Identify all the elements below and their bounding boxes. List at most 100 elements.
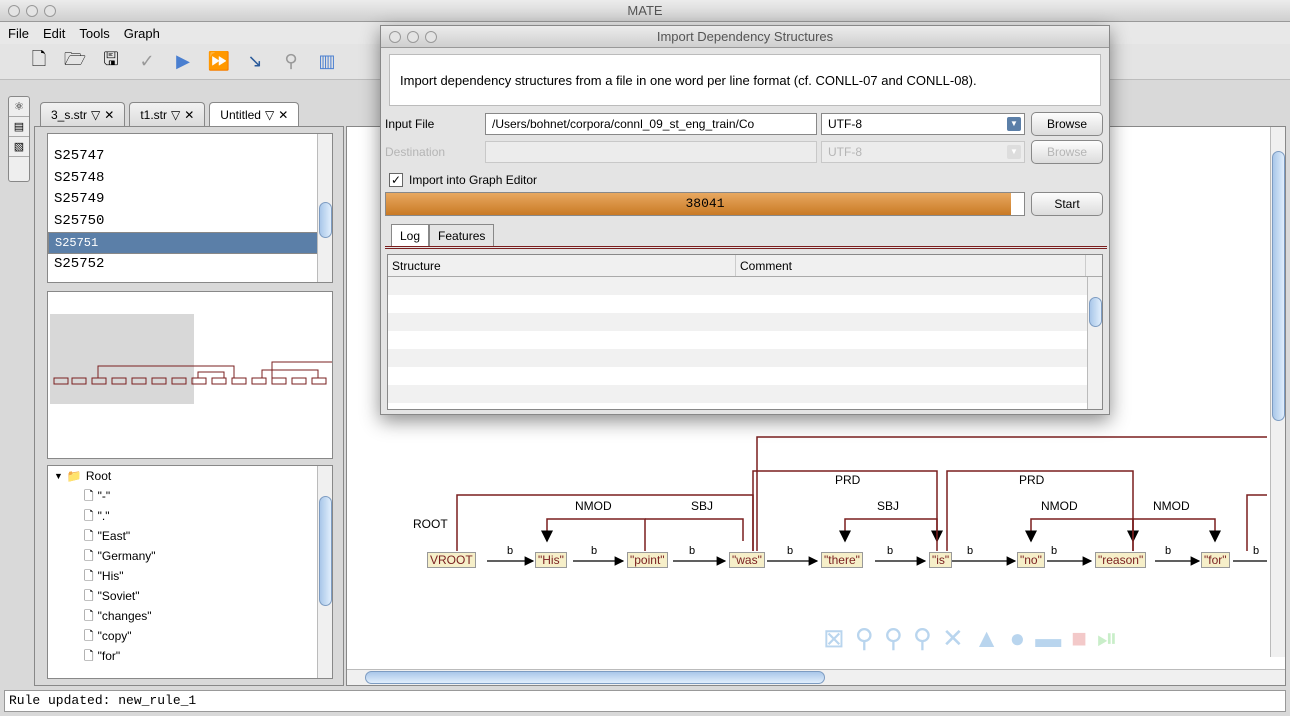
graph-node[interactable]: "no": [1017, 552, 1045, 568]
tree-leaf[interactable]: 🗋 "for": [48, 646, 332, 666]
list-scrollbar[interactable]: [317, 134, 332, 282]
graph-view-icon[interactable]: ⚛: [9, 97, 29, 117]
tree-leaf[interactable]: 🗋 "changes": [48, 606, 332, 626]
play-pause-icon[interactable]: ⏯: [1097, 623, 1118, 655]
scroll-thumb[interactable]: [365, 671, 825, 684]
expand-triangle-icon[interactable]: ▼: [54, 466, 63, 486]
image-icon[interactable]: ▧: [9, 137, 29, 157]
graph-node[interactable]: "His": [535, 552, 567, 568]
stop-icon[interactable]: ■: [1071, 623, 1087, 655]
graph-node[interactable]: VROOT: [427, 552, 476, 568]
table-body: [388, 277, 1102, 403]
graph-node[interactable]: "point": [627, 552, 668, 568]
dialog-window-controls[interactable]: [389, 31, 437, 43]
zoom-button[interactable]: [44, 5, 56, 17]
checkbox-icon[interactable]: ✓: [389, 173, 403, 187]
tree-leaf[interactable]: 🗋 "His": [48, 566, 332, 586]
input-file-field[interactable]: /Users/bohnet/corpora/connl_09_st_eng_tr…: [485, 113, 817, 135]
tree-leaf[interactable]: 🗋 "-": [48, 486, 332, 506]
add-node-icon[interactable]: ●: [1009, 623, 1025, 655]
tree-root[interactable]: ▼ 📁 Root: [48, 466, 332, 486]
graph-node[interactable]: "is": [929, 552, 953, 568]
column-structure[interactable]: Structure: [388, 255, 736, 276]
zoom-button[interactable]: [425, 31, 437, 43]
menu-tools[interactable]: Tools: [79, 26, 109, 41]
graph-overview[interactable]: [47, 291, 333, 459]
window-controls[interactable]: [8, 5, 56, 17]
close-button[interactable]: [8, 5, 20, 17]
menu-graph[interactable]: Graph: [124, 26, 160, 41]
scroll-thumb[interactable]: [319, 496, 332, 606]
graph-hscrollbar[interactable]: [347, 669, 1285, 685]
destination-encoding-select[interactable]: UTF-8 ▼: [821, 141, 1025, 163]
list-item[interactable]: S25749: [48, 189, 332, 211]
tree-leaf-label: ".": [97, 509, 110, 523]
list-item[interactable]: S25747: [48, 146, 332, 168]
close-icon[interactable]: ✕: [278, 103, 288, 127]
menu-file[interactable]: File: [8, 26, 29, 41]
tree-scrollbar[interactable]: [317, 466, 332, 678]
tab-log[interactable]: Log: [391, 224, 430, 246]
tree-leaf[interactable]: 🗋 "East": [48, 526, 332, 546]
zoom-in-icon[interactable]: ⚲: [855, 623, 874, 655]
minimize-button[interactable]: [26, 5, 38, 17]
start-button[interactable]: Start: [1031, 192, 1103, 216]
scroll-thumb[interactable]: [319, 202, 332, 238]
structure-tree[interactable]: ▼ 📁 Root 🗋 "-" 🗋 "." 🗋 "East" 🗋 "Germany" 🗋 "Hi…: [47, 465, 333, 679]
play-icon[interactable]: ▶: [172, 51, 194, 73]
table-row: [388, 295, 1102, 313]
input-file-label: Input File: [385, 117, 435, 131]
tab-features[interactable]: Features: [429, 224, 495, 246]
fast-forward-icon[interactable]: ⏩: [208, 51, 230, 73]
book-icon[interactable]: ▤: [9, 117, 29, 137]
tab-t1-str[interactable]: t1.str ▽ ✕: [129, 102, 206, 127]
list-item[interactable]: S25750: [48, 211, 332, 233]
zoom-reset-icon[interactable]: ⚲: [884, 623, 903, 655]
close-icon[interactable]: ✕: [184, 103, 194, 127]
close-button[interactable]: [389, 31, 401, 43]
input-encoding-select[interactable]: UTF-8 ▼: [821, 113, 1025, 135]
dialog-title: Import Dependency Structures: [656, 29, 834, 44]
browse-button[interactable]: Browse: [1031, 112, 1103, 136]
search-icon[interactable]: ⚲: [280, 51, 302, 73]
fit-view-icon[interactable]: ⊠: [823, 623, 845, 655]
import-checkbox-row: ✓ Import into Graph Editor: [385, 168, 537, 192]
minimize-button[interactable]: [407, 31, 419, 43]
browse-destination-button[interactable]: Browse: [1031, 140, 1103, 164]
tree-leaf[interactable]: 🗋 "copy": [48, 626, 332, 646]
delete-icon[interactable]: ✕: [942, 623, 964, 655]
list-item[interactable]: S25748: [48, 168, 332, 190]
graph-node[interactable]: "there": [821, 552, 863, 568]
graph-vscrollbar[interactable]: [1270, 127, 1285, 657]
zoom-out-icon[interactable]: ⚲: [913, 623, 932, 655]
dropdown-icon[interactable]: ▽: [171, 103, 180, 127]
scroll-thumb[interactable]: [1272, 151, 1285, 421]
chart-icon[interactable]: ▥: [316, 51, 338, 73]
table-scrollbar[interactable]: [1087, 277, 1102, 409]
dropdown-icon[interactable]: ▽: [91, 103, 100, 127]
graph-node[interactable]: "for": [1201, 552, 1230, 568]
list-item-selected[interactable]: S25751: [48, 232, 332, 254]
curve-icon[interactable]: ↘: [244, 51, 266, 73]
tree-leaf[interactable]: 🗋 "Germany": [48, 546, 332, 566]
dropdown-icon[interactable]: ▽: [265, 103, 274, 127]
tab-3-s-str[interactable]: 3_s.str ▽ ✕: [40, 102, 126, 127]
open-folder-icon[interactable]: 🗁: [64, 49, 86, 73]
menu-edit[interactable]: Edit: [43, 26, 65, 41]
add-shape-icon[interactable]: ▲: [974, 623, 1000, 655]
new-file-icon[interactable]: 🗋: [28, 49, 50, 73]
tree-leaf[interactable]: 🗋 "Soviet": [48, 586, 332, 606]
close-icon[interactable]: ✕: [104, 103, 114, 127]
list-item[interactable]: S25752: [48, 254, 332, 276]
save-icon[interactable]: 🖫: [100, 49, 122, 73]
graph-node[interactable]: "reason": [1095, 552, 1147, 568]
column-comment[interactable]: Comment: [736, 255, 1086, 276]
sentence-list[interactable]: S25747 S25748 S25749 S25750 S25751 S2575…: [47, 133, 333, 283]
graph-node[interactable]: "was": [729, 552, 765, 568]
add-edge-icon[interactable]: ▬: [1035, 623, 1061, 655]
destination-field[interactable]: [485, 141, 817, 163]
tree-leaf[interactable]: 🗋 ".": [48, 506, 332, 526]
check-icon[interactable]: ✓: [136, 51, 158, 73]
scroll-thumb[interactable]: [1089, 297, 1102, 327]
tab-untitled[interactable]: Untitled ▽ ✕: [209, 102, 300, 127]
